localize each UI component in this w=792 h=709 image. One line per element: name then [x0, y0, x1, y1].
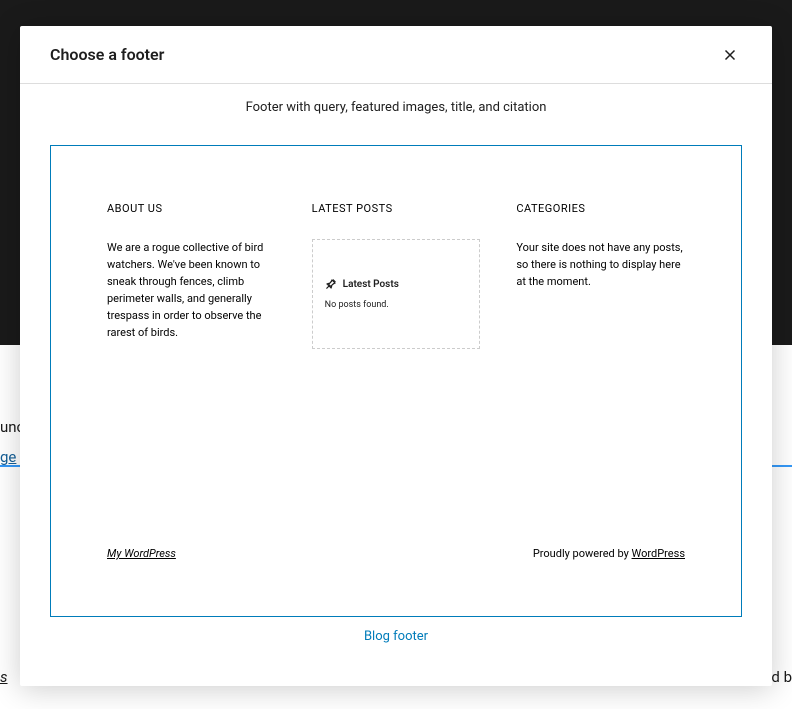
- latest-posts-column: LATEST POSTS Latest Posts No posts found…: [312, 202, 481, 349]
- pattern-caption-current: Blog footer: [50, 629, 742, 644]
- categories-body: Your site does not have any posts, so th…: [516, 239, 685, 290]
- latest-posts-empty: No posts found.: [325, 300, 468, 310]
- preview-footer-row: My WordPress Proudly powered by WordPres…: [107, 547, 685, 560]
- bg-fragment: d b: [771, 668, 792, 686]
- powered-by-prefix: Proudly powered by: [533, 547, 632, 560]
- categories-column: CATEGORIES Your site does not have any p…: [516, 202, 685, 349]
- site-title-link: My WordPress: [107, 547, 176, 560]
- powered-by: Proudly powered by WordPress: [533, 547, 685, 560]
- latest-posts-heading: LATEST POSTS: [312, 202, 481, 215]
- latest-posts-placeholder: Latest Posts No posts found.: [312, 239, 481, 349]
- close-button[interactable]: [712, 37, 748, 73]
- wordpress-link: WordPress: [632, 547, 685, 560]
- categories-heading: CATEGORIES: [516, 202, 685, 215]
- bg-fragment: ge: [0, 448, 16, 466]
- bg-fragment: s: [0, 668, 8, 686]
- footer-pattern-preview[interactable]: ABOUT US We are a rogue collective of bi…: [50, 145, 742, 617]
- about-column: ABOUT US We are a rogue collective of bi…: [107, 202, 276, 349]
- pin-icon: [325, 278, 337, 290]
- pattern-caption-previous: Footer with query, featured images, titl…: [50, 100, 742, 115]
- close-icon: [721, 46, 739, 64]
- preview-columns: ABOUT US We are a rogue collective of bi…: [107, 202, 685, 349]
- about-heading: ABOUT US: [107, 202, 276, 215]
- modal-header: Choose a footer: [20, 26, 772, 84]
- choose-footer-modal: Choose a footer Footer with query, featu…: [20, 26, 772, 686]
- latest-posts-box-title: Latest Posts: [343, 279, 399, 290]
- modal-title: Choose a footer: [50, 45, 164, 64]
- about-body: We are a rogue collective of bird watche…: [107, 239, 276, 341]
- modal-body: Footer with query, featured images, titl…: [20, 84, 772, 686]
